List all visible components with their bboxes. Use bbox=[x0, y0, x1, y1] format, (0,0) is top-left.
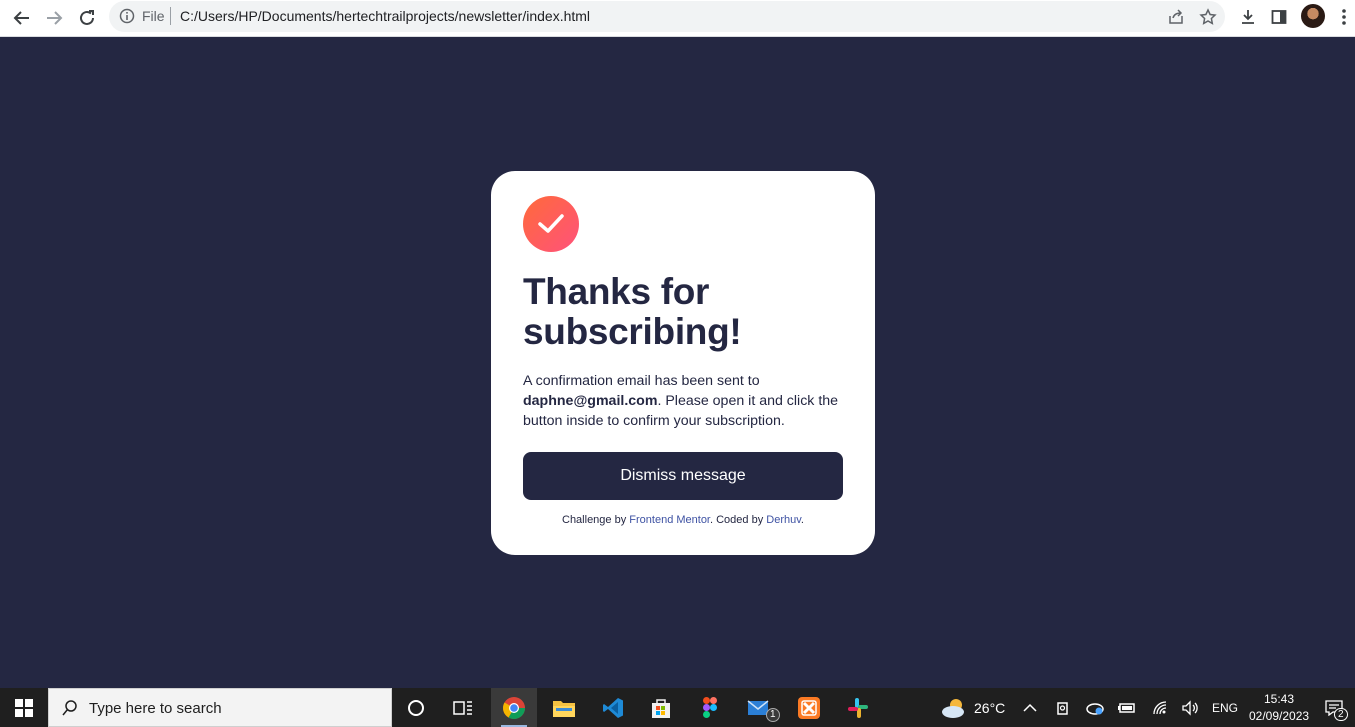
profile-avatar[interactable] bbox=[1301, 4, 1325, 28]
cortana-button[interactable] bbox=[393, 688, 439, 727]
forward-button[interactable] bbox=[42, 6, 66, 30]
side-panel-icon bbox=[1271, 10, 1287, 24]
side-panel-button[interactable] bbox=[1268, 6, 1290, 28]
success-check-icon bbox=[523, 196, 579, 252]
task-view-button[interactable] bbox=[440, 688, 486, 727]
confirmation-text-before: A confirmation email has been sent to bbox=[523, 373, 760, 389]
browser-toolbar: File C:/Users/HP/Documents/hertechtrailp… bbox=[0, 0, 1355, 37]
forward-arrow-icon bbox=[47, 11, 63, 25]
battery-icon bbox=[1118, 703, 1135, 713]
figma-icon bbox=[703, 696, 717, 718]
clock-time[interactable]: 15:43 bbox=[1264, 692, 1294, 706]
back-arrow-icon bbox=[13, 11, 29, 25]
chrome-icon bbox=[503, 696, 525, 719]
page-background: Thanks for subscribing! A confirmation e… bbox=[0, 37, 1355, 688]
figma-button[interactable] bbox=[687, 688, 733, 727]
menu-button[interactable] bbox=[1333, 6, 1355, 28]
file-explorer-button[interactable] bbox=[541, 688, 587, 727]
attribution: Challenge by Frontend Mentor. Coded by D… bbox=[491, 514, 875, 526]
weather-cloud-icon[interactable] bbox=[940, 697, 968, 719]
show-hidden-icons-button[interactable] bbox=[1021, 699, 1039, 717]
frontend-mentor-link[interactable]: Frontend Mentor bbox=[629, 514, 710, 526]
onedrive-sync-icon bbox=[1086, 703, 1104, 715]
attribution-middle: . Coded by bbox=[710, 514, 767, 526]
vscode-icon bbox=[603, 697, 623, 718]
mail-badge: 1 bbox=[766, 708, 780, 722]
search-icon bbox=[62, 700, 77, 716]
start-button[interactable] bbox=[0, 688, 48, 727]
windows-logo-icon bbox=[15, 698, 33, 717]
mail-button[interactable]: 1 bbox=[737, 688, 783, 727]
subscriber-email: daphne@gmail.com bbox=[523, 393, 658, 409]
network-button[interactable] bbox=[1151, 699, 1169, 717]
title-line-1: Thanks for bbox=[523, 271, 710, 312]
address-separator bbox=[170, 7, 171, 25]
confirmation-text: A confirmation email has been sent to da… bbox=[523, 371, 843, 431]
xampp-button[interactable] bbox=[786, 688, 832, 727]
attribution-prefix: Challenge by bbox=[562, 514, 630, 526]
bookmark-button[interactable] bbox=[1197, 6, 1219, 28]
meet-icon bbox=[1057, 702, 1068, 715]
taskbar-search-box[interactable]: Type here to search bbox=[48, 688, 392, 727]
title-line-2: subscribing! bbox=[523, 311, 742, 352]
share-icon bbox=[1169, 9, 1183, 24]
back-button[interactable] bbox=[10, 6, 34, 30]
reload-icon bbox=[80, 10, 94, 25]
wifi-icon bbox=[1153, 701, 1167, 715]
reload-button[interactable] bbox=[75, 6, 99, 30]
store-button[interactable] bbox=[638, 688, 684, 727]
file-explorer-icon bbox=[553, 700, 575, 717]
clock-date[interactable]: 02/09/2023 bbox=[1249, 709, 1309, 723]
language-indicator[interactable]: ENG bbox=[1212, 701, 1238, 715]
search-placeholder: Type here to search bbox=[89, 700, 222, 717]
author-link[interactable]: Derhuv bbox=[766, 514, 801, 526]
battery-button[interactable] bbox=[1118, 699, 1136, 717]
kebab-menu-icon bbox=[1342, 9, 1346, 25]
star-icon bbox=[1199, 8, 1217, 25]
download-icon bbox=[1242, 10, 1254, 24]
slack-icon bbox=[848, 697, 868, 718]
onedrive-button[interactable] bbox=[1086, 699, 1104, 717]
meet-now-button[interactable] bbox=[1054, 699, 1072, 717]
success-card: Thanks for subscribing! A confirmation e… bbox=[491, 171, 875, 555]
attribution-suffix: . bbox=[800, 514, 804, 526]
card-title: Thanks for subscribing! bbox=[523, 272, 843, 352]
vscode-button[interactable] bbox=[590, 688, 636, 727]
speaker-icon bbox=[1182, 700, 1198, 716]
cortana-icon bbox=[408, 699, 424, 716]
windows-taskbar: Type here to search 1 26°C ENG 15:43 02/… bbox=[0, 688, 1355, 727]
weather-temperature[interactable]: 26°C bbox=[974, 700, 1005, 716]
notification-count: 2 bbox=[1334, 708, 1348, 721]
task-view-icon bbox=[453, 700, 472, 715]
chrome-taskbar-button[interactable] bbox=[491, 688, 537, 727]
xampp-icon bbox=[798, 696, 820, 719]
address-bar[interactable]: File C:/Users/HP/Documents/hertechtrailp… bbox=[109, 1, 1225, 32]
volume-button[interactable] bbox=[1181, 699, 1199, 717]
share-button[interactable] bbox=[1165, 6, 1187, 28]
downloads-button[interactable] bbox=[1237, 6, 1259, 28]
chevron-up-icon bbox=[1023, 703, 1037, 712]
scheme-label: File bbox=[142, 8, 165, 24]
info-icon[interactable] bbox=[119, 8, 135, 24]
url-text[interactable]: C:/Users/HP/Documents/hertechtrailprojec… bbox=[180, 8, 590, 24]
dismiss-message-button[interactable]: Dismiss message bbox=[523, 452, 843, 500]
slack-button[interactable] bbox=[835, 688, 881, 727]
store-icon bbox=[652, 698, 670, 718]
